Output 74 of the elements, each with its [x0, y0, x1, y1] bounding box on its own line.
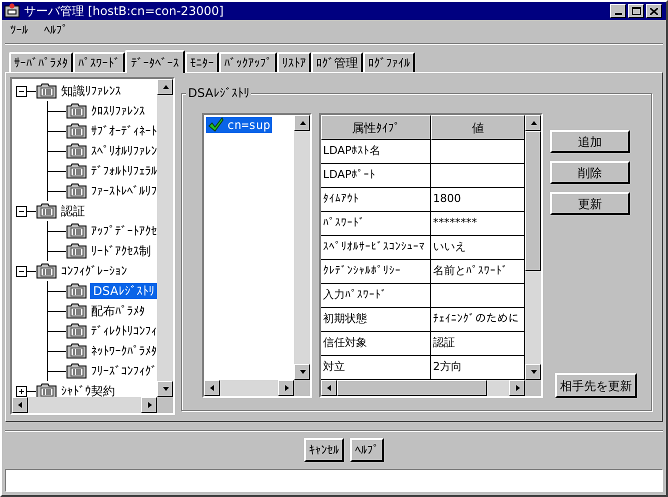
vertical-scrollbar[interactable]	[157, 79, 173, 397]
maximize-icon	[632, 7, 640, 15]
tree-item[interactable]: ﾘｰﾄﾞｱｸｾｽ制	[90, 243, 152, 259]
scroll-left-icon	[324, 384, 334, 392]
group-title: DSAﾚｼﾞｽﾄﾘ	[186, 85, 252, 101]
scroll-left-icon	[16, 401, 24, 409]
horizontal-scrollbar[interactable]	[204, 380, 294, 396]
list-item[interactable]: cn=sup	[206, 117, 272, 133]
collapse-icon[interactable]	[16, 86, 27, 96]
scroll-down-icon	[160, 385, 170, 393]
tree-item[interactable]: ﾌｧｰｽﾄﾚﾍﾞﾙﾘﾌ	[90, 183, 157, 199]
expand-icon[interactable]	[16, 386, 27, 396]
tree-item[interactable]: DSAﾚｼﾞｽﾄﾘ	[90, 283, 157, 299]
tab[interactable]: ﾛｸﾞ管理	[311, 52, 363, 72]
scroll-up-icon	[298, 119, 306, 127]
minimize-icon	[614, 13, 622, 15]
column-header[interactable]: 値	[431, 115, 525, 140]
tree-item[interactable]: ｺﾝﾌｨｸﾞﾚｰｼｮﾝ	[60, 263, 128, 279]
footer-button[interactable]: ｷｬﾝｾﾙ	[304, 438, 344, 462]
table-cell: LDAPﾎﾟｰﾄ	[321, 164, 431, 188]
tab[interactable]: ﾘｽﾄｱ	[277, 52, 311, 72]
table-cell: ﾊﾟｽﾜｰﾄﾞ	[321, 212, 431, 236]
tree-item[interactable]: ﾌﾘｰｽﾞｺﾝﾌｨｸﾞ	[90, 363, 157, 379]
table-cell: LDAPﾎｽﾄ名	[321, 140, 431, 164]
tree-item[interactable]: ﾃﾞﾌｫﾙﾄﾘﾌｪﾗﾙ	[90, 163, 157, 179]
vertical-scrollbar[interactable]	[294, 115, 310, 380]
table-cell: ｸﾚﾃﾞﾝｼｬﾙﾎﾟﾘｼｰ	[321, 260, 431, 284]
footer-button[interactable]: ﾍﾙﾌﾟ	[350, 438, 384, 462]
close-button[interactable]	[646, 4, 662, 18]
close-icon	[650, 8, 658, 14]
action-button[interactable]: 更新	[550, 192, 630, 215]
vertical-scrollbar[interactable]	[525, 115, 541, 380]
tree-item[interactable]: 配布ﾊﾟﾗﾒﾀ	[90, 303, 146, 319]
table-cell: ﾀｲﾑｱｳﾄ	[321, 188, 431, 212]
check-icon	[208, 117, 224, 133]
action-button[interactable]: 削除	[550, 161, 630, 184]
tree-item[interactable]: ｸﾛｽﾘﾌｧﾚﾝｽ	[90, 103, 146, 119]
collapse-icon[interactable]	[16, 206, 27, 216]
action-button[interactable]: 追加	[550, 130, 630, 153]
table-cell: ｽﾍﾟﾘｵﾙｻｰﾋﾞｽｺﾝｼｭｰﾏ	[321, 236, 431, 260]
table-cell: 初期状態	[321, 308, 431, 332]
tab[interactable]: ﾊﾞｯｸｱｯﾌﾟ	[219, 52, 277, 72]
tree-item[interactable]: ｽﾍﾟﾘｵﾙﾘﾌｧﾚﾝ	[90, 143, 157, 159]
menu-item[interactable]: ﾍﾙﾌﾟ	[44, 21, 68, 39]
tree-item[interactable]: ｻﾌﾞｵｰﾃﾞｨﾈｰﾄ	[90, 123, 157, 139]
update-peer-button[interactable]: 相手先を更新	[555, 373, 637, 398]
table-cell: 入力ﾊﾟｽﾜｰﾄﾞ	[321, 284, 431, 308]
tree-item[interactable]: ﾃﾞｨﾚｸﾄﾘｺﾝﾌｨ	[90, 323, 157, 339]
tab[interactable]: ﾓﾆﾀｰ	[185, 52, 219, 72]
tree-item[interactable]: 認証	[60, 203, 86, 219]
minimize-button[interactable]	[610, 4, 626, 18]
list-item-text: cn=sup	[227, 117, 272, 133]
scroll-left-icon	[208, 384, 216, 392]
tree-item[interactable]: ﾈｯﾄﾜｰｸﾊﾟﾗﾒﾀ	[90, 343, 157, 359]
app-icon	[4, 3, 20, 19]
tab[interactable]: ﾊﾟｽﾜｰﾄﾞ	[73, 52, 125, 72]
menu-item[interactable]: ﾂｰﾙ	[10, 21, 28, 39]
tab[interactable]: ｻｰﾊﾞﾊﾟﾗﾒﾀ	[9, 52, 73, 72]
horizontal-scrollbar[interactable]	[321, 380, 525, 396]
tree-item[interactable]: ｱｯﾌﾟﾃﾞｰﾄｱｸｾ	[90, 223, 157, 239]
window-title: サーバ管理 [hostB:cn=con-23000]	[24, 3, 225, 20]
tab[interactable]: ﾃﾞｰﾀﾍﾞｰｽ	[125, 50, 185, 73]
scroll-down-icon	[528, 368, 538, 376]
maximize-button[interactable]	[628, 4, 644, 18]
column-header[interactable]: 属性ﾀｲﾌﾟ	[321, 115, 431, 140]
horizontal-scrollbar[interactable]	[12, 397, 157, 413]
scroll-up-icon	[160, 83, 170, 91]
tab[interactable]: ﾛｸﾞﾌｧｲﾙ	[363, 52, 415, 72]
scroll-up-icon	[528, 119, 538, 127]
collapse-icon[interactable]	[16, 266, 27, 276]
tree-item[interactable]: ｼｬﾄﾞｳ契約	[60, 383, 116, 397]
scroll-down-icon	[298, 368, 306, 376]
table-cell: 信任対象	[321, 332, 431, 356]
tree-item[interactable]: 知識ﾘﾌｧﾚﾝｽ	[60, 83, 122, 99]
